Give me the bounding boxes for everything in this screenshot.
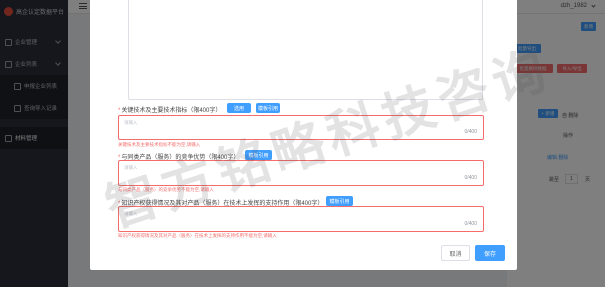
field1-textarea[interactable]: 请输入 0/400 — [118, 115, 484, 140]
edit-dialog: *关键技术及主要技术指标（限400字） 选用 模板引用 请输入 0/400 关键… — [90, 0, 517, 270]
field1-placeholder: 请输入 — [124, 120, 138, 125]
field2-textarea[interactable]: 请输入 0/400 — [118, 160, 484, 186]
field2-template-button[interactable]: 模板引用 — [245, 150, 272, 160]
field3-template-button[interactable]: 模板引用 — [326, 196, 353, 206]
field3-placeholder: 请输入 — [124, 211, 138, 216]
field3-textarea[interactable]: 请输入 0/400 — [118, 206, 484, 232]
field1-error: 关键技术及主要技术指标不能为空,请输入 — [118, 142, 201, 147]
field1-template-button[interactable]: 模板引用 — [256, 103, 280, 113]
field1-label: *关键技术及主要技术指标（限400字） — [118, 105, 221, 114]
field3-error: 知识产权获得情况及其对产品（服务）在技术上发挥的支持作用不能为空,请输入 — [118, 233, 277, 238]
field1-char-count: 0/400 — [464, 129, 477, 135]
field1-label-text: 关键技术及主要技术指标（限400字） — [121, 108, 222, 114]
field2-placeholder: 请输入 — [124, 165, 138, 170]
save-button[interactable]: 保存 — [475, 245, 505, 261]
cancel-button[interactable]: 取消 — [441, 245, 470, 261]
field2-char-count: 0/400 — [464, 175, 477, 181]
upper-content-box — [128, 0, 483, 100]
field1-select-button[interactable]: 选用 — [227, 103, 251, 113]
field3-char-count: 0/400 — [464, 221, 477, 227]
field2-error: 与同类产品（服务）的竞争优势不能为空,请输入 — [118, 187, 214, 192]
required-marker: * — [118, 108, 121, 114]
